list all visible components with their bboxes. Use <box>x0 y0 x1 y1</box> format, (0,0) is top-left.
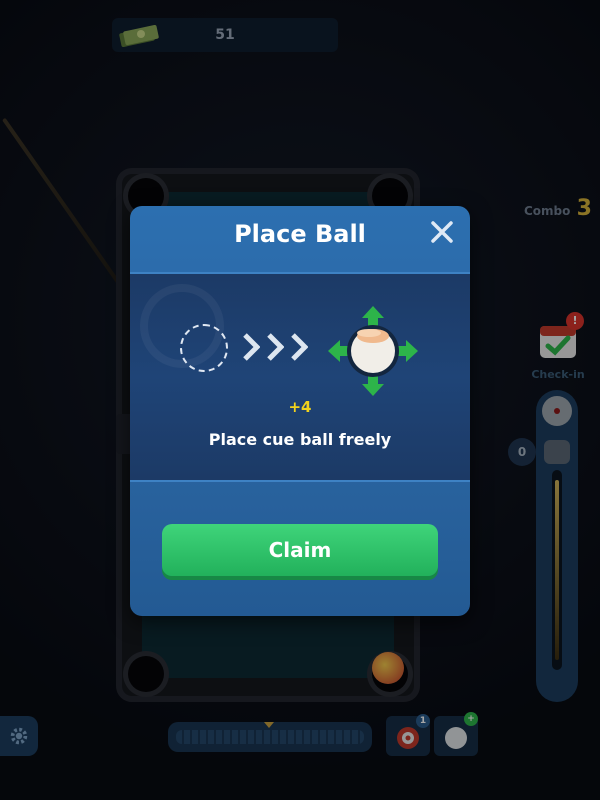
arrow-chevrons <box>242 332 308 366</box>
reward-description: Place cue ball freely <box>208 430 392 449</box>
dialog-title: Place Ball <box>234 220 366 248</box>
cue-ball-move-icon <box>328 306 418 396</box>
chevron-right-icon <box>243 333 260 361</box>
dashed-circle-icon <box>180 324 228 372</box>
claim-button[interactable]: Claim <box>162 524 438 576</box>
reward-amount: +4 <box>288 398 312 416</box>
close-icon[interactable] <box>428 218 456 246</box>
dialog-header: Place Ball <box>130 206 470 272</box>
chevron-right-icon <box>267 333 284 361</box>
place-ball-dialog: Place Ball +4 Place cue ball freely Clai… <box>130 206 470 616</box>
chevron-right-icon <box>291 333 308 361</box>
